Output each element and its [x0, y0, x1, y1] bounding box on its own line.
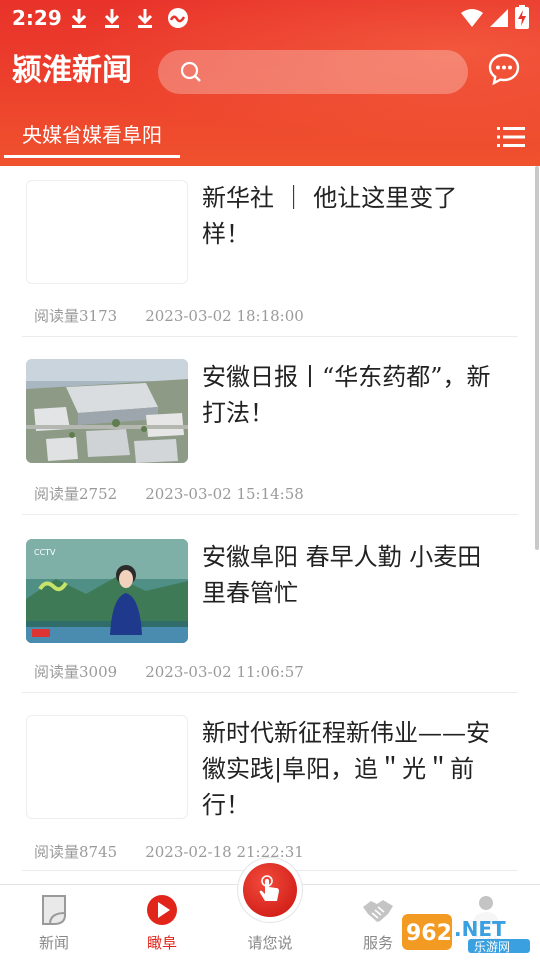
tap-hand-icon — [243, 863, 297, 917]
news-thumbnail — [26, 715, 188, 819]
publish-date: 2023-03-02 15:14:58 — [145, 485, 304, 503]
news-meta: 阅读量3173 2023-03-02 18:18:00 — [34, 305, 304, 326]
news-title: 新时代新征程新伟业——安徽实践|阜阳，追＂光＂前行！ — [202, 719, 490, 819]
news-title: 新华社 ｜ 他让这里变了样！ — [202, 184, 458, 248]
tab-label: 央媒省媒看阜阳 — [22, 123, 162, 147]
publish-date: 2023-03-02 11:06:57 — [145, 663, 304, 681]
app-logo: 颍淮新闻 — [12, 53, 132, 88]
news-title: 安徽日报丨“华东药都”，新打法！ — [202, 363, 491, 427]
status-time: 2:29 — [12, 6, 62, 30]
news-item[interactable]: 安徽日报丨“华东药都”，新打法！ 阅读量2752 2023-03-02 15:14… — [22, 337, 518, 515]
play-icon — [146, 893, 178, 927]
download-icon — [136, 7, 154, 29]
publish-date: 2023-03-02 18:18:00 — [145, 307, 304, 325]
site-watermark: 962 .NET 乐游网 — [398, 906, 536, 956]
publish-date: 2023-02-18 21:22:31 — [145, 843, 304, 861]
app-notification-icon — [166, 7, 190, 29]
nav-news[interactable]: 新闻 — [0, 885, 108, 960]
news-meta: 阅读量2752 2023-03-02 15:14:58 — [34, 483, 304, 504]
svg-text:乐游网: 乐游网 — [474, 940, 510, 954]
news-thumbnail — [26, 359, 188, 463]
app-screen: 2:29 颍淮新闻 央媒省媒看阜阳 新华社 ｜ 他让这里变了样！ 阅读量3173… — [0, 0, 540, 960]
news-feed[interactable]: 新华社 ｜ 他让这里变了样！ 阅读量3173 2023-03-02 18:18:0… — [0, 166, 540, 884]
nav-label: 请您说 — [247, 934, 293, 952]
download-icon — [70, 7, 88, 29]
news-item[interactable]: CCTV 安徽阜阳 春早人勤 小麦田里春管忙 阅读量3009 2023-03-02… — [22, 515, 518, 693]
search-bar[interactable] — [158, 50, 468, 94]
search-icon — [180, 61, 202, 83]
news-thumbnail — [26, 180, 188, 284]
svg-text:CCTV: CCTV — [34, 548, 56, 557]
news-thumbnail: CCTV — [26, 539, 188, 643]
message-icon[interactable] — [487, 52, 521, 86]
read-count: 阅读量3173 — [34, 307, 118, 325]
tab-central-provincial-media[interactable]: 央媒省媒看阜阳 — [4, 118, 180, 160]
read-count: 阅读量2752 — [34, 485, 118, 503]
nav-overview[interactable]: 瞰阜 — [108, 885, 216, 960]
news-meta: 阅读量3009 2023-03-02 11:06:57 — [34, 661, 304, 682]
svg-text:962: 962 — [406, 921, 452, 946]
battery-charging-icon — [515, 5, 529, 29]
speak-center-button[interactable] — [238, 858, 302, 922]
news-title: 安徽阜阳 春早人勤 小麦田里春管忙 — [202, 543, 482, 607]
read-count: 阅读量3009 — [34, 663, 118, 681]
scrollbar[interactable] — [535, 166, 539, 550]
status-bar: 2:29 — [0, 0, 540, 36]
wifi-icon — [460, 8, 484, 28]
news-item[interactable]: 新华社 ｜ 他让这里变了样！ 阅读量3173 2023-03-02 18:18:0… — [22, 166, 518, 337]
read-count: 阅读量8745 — [34, 843, 118, 861]
nav-label: 瞰阜 — [146, 934, 177, 952]
list-menu-icon[interactable] — [497, 126, 525, 148]
svg-text:.NET: .NET — [454, 917, 506, 941]
download-icon — [103, 7, 121, 29]
handshake-icon — [362, 893, 394, 927]
news-icon — [38, 893, 70, 927]
nav-label: 新闻 — [38, 934, 69, 952]
cell-signal-icon — [489, 8, 509, 28]
news-item[interactable]: 新时代新征程新伟业——安徽实践|阜阳，追＂光＂前行！ 阅读量8745 2023-0… — [22, 693, 518, 871]
tab-indicator — [4, 155, 180, 158]
